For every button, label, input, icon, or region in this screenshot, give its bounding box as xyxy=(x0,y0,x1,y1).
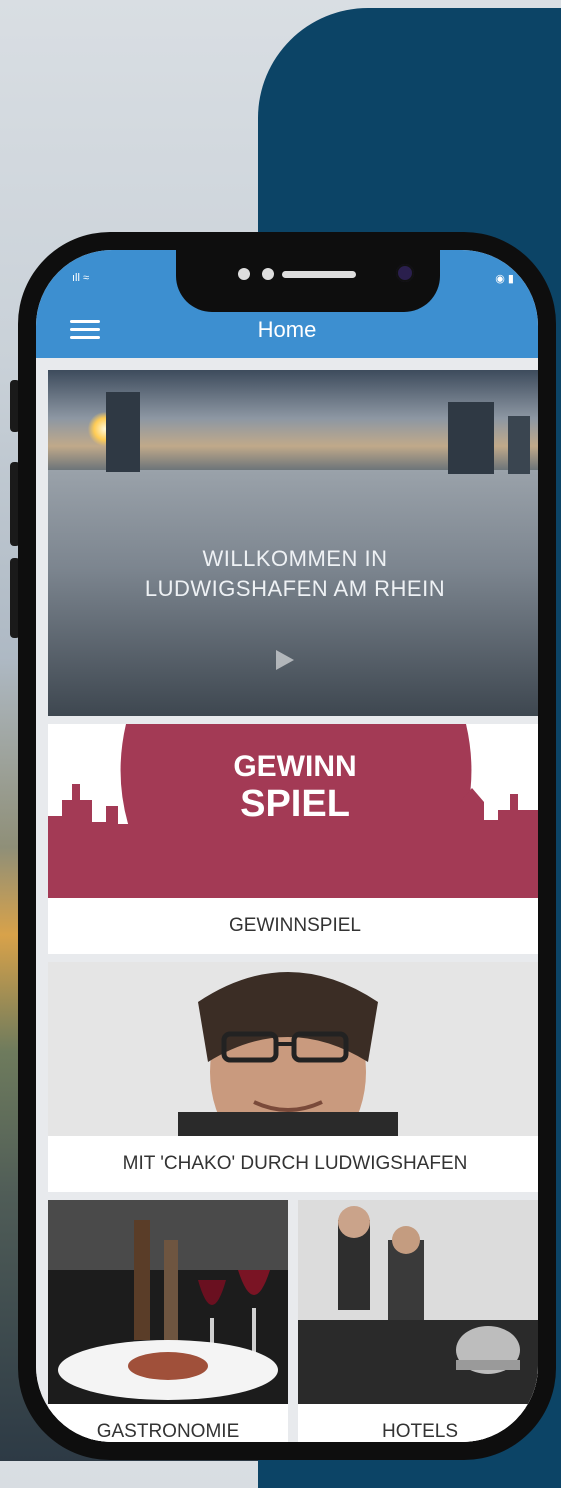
chako-tour-tile[interactable]: MIT 'CHAKO' DURCH LUDWIGSHAFEN xyxy=(48,962,538,1192)
chako-portrait xyxy=(48,962,538,1136)
welcome-line-2: LUDWIGSHAFEN AM RHEIN xyxy=(144,576,446,601)
welcome-line-1: WILLKOMMEN IN xyxy=(202,546,388,571)
building-right xyxy=(448,402,494,474)
battery-icon: ◉ ▮ xyxy=(495,273,514,285)
gewinnspiel-tile[interactable]: GEWINN SPIEL GEWINNSPIEL xyxy=(48,724,538,954)
play-icon[interactable] xyxy=(276,650,294,670)
hotels-tile[interactable]: HOTELS xyxy=(298,1200,538,1442)
gewinnspiel-label: GEWINNSPIEL xyxy=(48,898,538,954)
chako-label: MIT 'CHAKO' DURCH LUDWIGSHAFEN xyxy=(48,1136,538,1192)
speaker-grill xyxy=(282,271,356,278)
signal-icon: ıll ≈ xyxy=(72,272,90,284)
gewinn-logo-line-1: GEWINN xyxy=(233,750,356,783)
page-title: Home xyxy=(257,317,317,342)
gastronomie-label: GASTRONOMIE xyxy=(48,1404,288,1442)
phone-screen: ıll ≈ ◉ ▮ Home WILLKOMMEN IN LUDWIGSHAFE… xyxy=(36,250,538,1442)
gastronomie-image xyxy=(48,1200,288,1408)
phone-frame: ıll ≈ ◉ ▮ Home WILLKOMMEN IN LUDWIGSHAFE… xyxy=(18,232,556,1460)
hotels-image xyxy=(298,1200,538,1408)
building-right-small xyxy=(508,416,530,474)
phone-notch xyxy=(176,250,440,312)
gewinnspiel-banner: GEWINN SPIEL xyxy=(48,724,538,898)
hotels-label: HOTELS xyxy=(298,1404,538,1442)
sensor-dot xyxy=(262,268,274,280)
welcome-text: WILLKOMMEN IN LUDWIGSHAFEN AM RHEIN xyxy=(48,544,538,604)
welcome-video-tile[interactable]: WILLKOMMEN IN LUDWIGSHAFEN AM RHEIN xyxy=(48,370,538,716)
sensor-dot xyxy=(238,268,250,280)
building-left xyxy=(106,392,140,472)
camera-icon xyxy=(396,264,414,282)
menu-icon[interactable] xyxy=(70,320,100,340)
gastronomie-tile[interactable]: GASTRONOMIE xyxy=(48,1200,288,1442)
home-content: WILLKOMMEN IN LUDWIGSHAFEN AM RHEIN GEWI… xyxy=(36,358,538,1442)
gewinn-logo-line-2: SPIEL xyxy=(240,783,350,825)
